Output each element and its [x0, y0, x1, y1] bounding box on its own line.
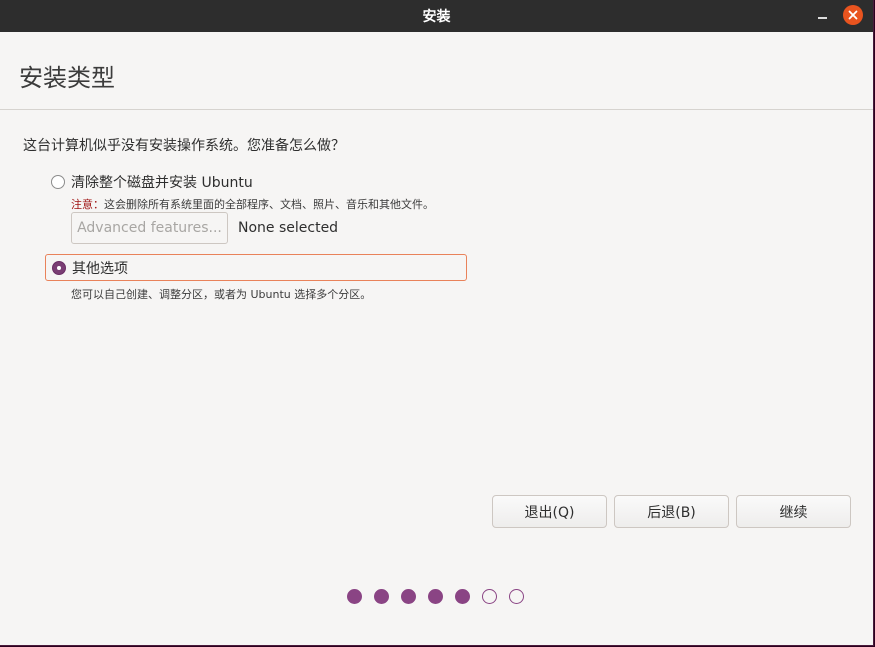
- continue-button[interactable]: 继续: [736, 495, 851, 528]
- option-something-else[interactable]: 其他选项: [45, 254, 467, 281]
- installer-window: 安装 安装类型 这台计算机似乎没有安装操作系统。您准备怎么做？ 清除整个磁盘并安…: [0, 0, 874, 646]
- page-title: 安装类型: [19, 64, 115, 92]
- progress-dot: [482, 589, 497, 604]
- note-text: 这会删除所有系统里面的全部程序、文档、照片、音乐和其他文件。: [104, 198, 434, 211]
- note-prefix: 注意：: [71, 198, 104, 211]
- quit-button[interactable]: 退出(Q): [492, 495, 607, 528]
- page-header: 安装类型: [0, 32, 873, 110]
- minimize-icon: [817, 17, 827, 19]
- progress-dot: [455, 589, 470, 604]
- question-text: 这台计算机似乎没有安装操作系统。您准备怎么做？: [23, 138, 345, 154]
- progress-dot: [374, 589, 389, 604]
- close-button[interactable]: [843, 5, 863, 25]
- option-erase-disk[interactable]: 清除整个磁盘并安装 Ubuntu: [51, 172, 253, 192]
- erase-disk-radio[interactable]: [51, 175, 65, 189]
- advanced-status: None selected: [238, 220, 339, 236]
- erase-warning-note: 注意：这会删除所有系统里面的全部程序、文档、照片、音乐和其他文件。: [71, 196, 434, 212]
- minimize-button[interactable]: [812, 6, 832, 26]
- advanced-features-button[interactable]: Advanced features...: [71, 212, 228, 244]
- back-button[interactable]: 后退(B): [614, 495, 729, 528]
- title-bar[interactable]: 安装: [0, 0, 873, 32]
- something-else-label[interactable]: 其他选项: [72, 258, 128, 278]
- progress-dot: [509, 589, 524, 604]
- erase-disk-label[interactable]: 清除整个磁盘并安装 Ubuntu: [71, 172, 253, 192]
- window-title: 安装: [422, 9, 451, 25]
- progress-dot: [347, 589, 362, 604]
- close-icon: [848, 10, 858, 20]
- progress-dot: [428, 589, 443, 604]
- something-else-radio[interactable]: [52, 260, 66, 275]
- something-else-description: 您可以自己创建、调整分区，或者为 Ubuntu 选择多个分区。: [71, 288, 372, 301]
- progress-indicator: [347, 589, 524, 604]
- progress-dot: [401, 589, 416, 604]
